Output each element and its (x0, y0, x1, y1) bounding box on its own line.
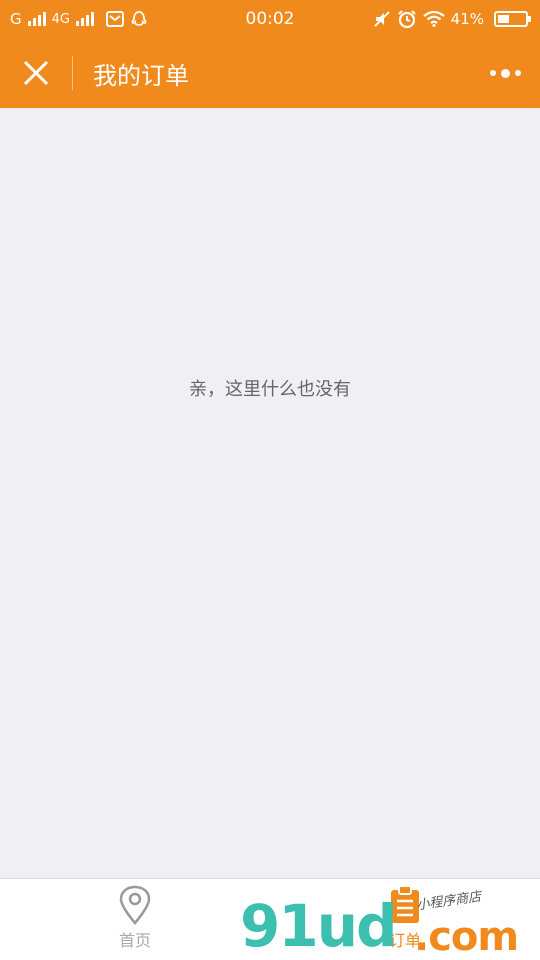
status-right: 41% (373, 9, 531, 29)
battery-icon (494, 11, 531, 27)
nav-divider (72, 56, 73, 90)
nav-bar: 我的订单 (0, 38, 540, 108)
tab-home-label: 首页 (118, 931, 151, 950)
location-pin-icon (119, 885, 151, 925)
qq-icon (131, 11, 147, 26)
order-list-icon (391, 885, 419, 923)
status-left: G 4G (10, 10, 148, 28)
signal-icon (75, 12, 94, 26)
battery-percent: 41% (450, 10, 484, 28)
tab-orders-label: 订单 (388, 931, 421, 950)
page-title: 我的订单 (93, 61, 189, 90)
tab-bar: 首页 订单 (0, 878, 540, 960)
battery-level (498, 15, 509, 23)
more-icon (489, 70, 496, 76)
status-bar: G 4G 00:02 41% (0, 0, 540, 38)
carrier-1-label: G (10, 10, 22, 28)
status-time: 00:02 (245, 9, 295, 29)
alarm-icon (397, 10, 416, 29)
signal-icon (27, 12, 46, 26)
empty-state-message: 亲，这里什么也没有 (189, 379, 351, 400)
more-icon (500, 68, 510, 78)
tab-orders[interactable]: 订单 (270, 879, 540, 960)
more-button[interactable] (470, 38, 540, 108)
close-icon (23, 60, 49, 86)
wifi-icon (422, 11, 445, 27)
close-button[interactable] (0, 38, 72, 108)
mail-icon (105, 11, 124, 27)
more-icon (514, 70, 521, 76)
tab-home[interactable]: 首页 (0, 879, 270, 960)
carrier-2-label: 4G (51, 11, 70, 27)
mute-icon (373, 11, 390, 27)
page: G 4G 00:02 41% 我的订单 亲，这里什么也没有 首页 订单 91ud… (0, 0, 540, 960)
